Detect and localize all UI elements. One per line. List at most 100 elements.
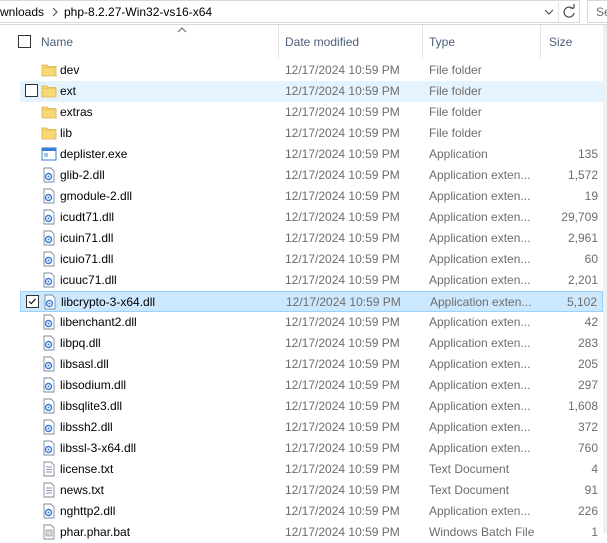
file-name: news.txt [60,483,105,497]
row-checkbox[interactable] [26,295,39,308]
file-type: Application exten... [429,378,531,392]
file-date-modified: 12/17/2024 10:59 PM [285,420,400,434]
file-row[interactable]: libenchant2.dll 12/17/2024 10:59 PM Applic… [20,312,603,333]
file-date-modified: 12/17/2024 10:59 PM [286,295,401,309]
file-name: libcrypto-3-x64.dll [61,295,156,309]
file-name: nghttp2.dll [60,504,116,518]
refresh-icon[interactable] [558,2,579,22]
file-row[interactable]: extras 12/17/2024 10:59 PM File folder [20,102,603,123]
file-name: ext [60,84,77,98]
file-name: extras [60,105,93,119]
column-header-name[interactable]: Name [34,25,278,59]
file-date-modified: 12/17/2024 10:59 PM [285,399,400,413]
file-date-modified: 12/17/2024 10:59 PM [285,63,400,77]
file-date-modified: 12/17/2024 10:59 PM [285,210,400,224]
file-row[interactable]: ext 12/17/2024 10:59 PM File folder [20,81,603,102]
file-row[interactable]: license.txt 12/17/2024 10:59 PM Text Docum… [20,459,603,480]
file-row[interactable]: libssh2.dll 12/17/2024 10:59 PM Applicatio… [20,417,603,438]
file-row[interactable]: icuio71.dll 12/17/2024 10:59 PM Applicatio… [20,249,603,270]
file-type: Application exten... [429,231,531,245]
file-row[interactable]: libsasl.dll 12/17/2024 10:59 PM Applicatio… [20,354,603,375]
folder-icon [41,127,57,140]
address-box[interactable]: wnloads php-8.2.27-Win32-vs16-x64 [0,0,580,23]
chevron-down-icon[interactable] [542,4,556,20]
file-name: dev [60,63,80,77]
file-row[interactable]: glib-2.dll 12/17/2024 10:59 PM Application… [20,165,603,186]
column-header: Name Date modified Type Size [0,25,607,59]
file-row[interactable]: icuuc71.dll 12/17/2024 10:59 PM Applicatio… [20,270,603,291]
column-header-type[interactable]: Type [423,25,540,59]
chevron-right-icon[interactable] [49,3,61,21]
file-size: 2,201 [567,273,598,287]
select-all-checkbox[interactable] [18,35,31,48]
file-size: 42 [584,315,598,329]
file-type: File folder [429,63,482,77]
file-date-modified: 12/17/2024 10:59 PM [285,231,400,245]
file-size: 19 [584,189,598,203]
breadcrumb-current[interactable]: php-8.2.27-Win32-vs16-x64 [64,5,212,19]
file-row[interactable]: gmodule-2.dll 12/17/2024 10:59 PM Applicat… [20,186,603,207]
file-row[interactable]: dev 12/17/2024 10:59 PM File folder [20,60,603,81]
file-date-modified: 12/17/2024 10:59 PM [285,126,400,140]
file-name: deplister.exe [60,147,128,161]
file-type: Application exten... [429,273,531,287]
dll-icon [43,230,55,246]
file-size: 1,608 [567,399,598,413]
file-size: 372 [577,420,598,434]
file-size: 5,102 [566,295,597,309]
file-type: Text Document [429,462,510,476]
file-name: phar.phar.bat [60,525,131,539]
file-date-modified: 12/17/2024 10:59 PM [285,525,400,539]
file-row[interactable]: deplister.exe 12/17/2024 10:59 PM Applicat… [20,144,603,165]
breadcrumb-downloads[interactable]: wnloads [0,5,44,19]
file-type: Application exten... [429,252,531,266]
file-row[interactable]: news.txt 12/17/2024 10:59 PM Text Document… [20,480,603,501]
file-row[interactable]: libpq.dll 12/17/2024 10:59 PM Application … [20,333,603,354]
folder-icon [41,64,57,77]
file-row[interactable]: lib 12/17/2024 10:59 PM File folder [20,123,603,144]
file-date-modified: 12/17/2024 10:59 PM [285,504,400,518]
file-name: libsodium.dll [60,378,127,392]
dll-icon [43,251,55,267]
file-size: 1 [591,525,598,539]
dll-icon [43,419,55,435]
file-size: 760 [577,441,598,455]
file-row[interactable]: libsqlite3.dll 12/17/2024 10:59 PM Applica… [20,396,603,417]
file-size: 226 [577,504,598,518]
file-row[interactable]: libssl-3-x64.dll 12/17/2024 10:59 PM Appli… [20,438,603,459]
file-size: 2,961 [567,231,598,245]
file-name: glib-2.dll [60,168,105,182]
file-name: libssh2.dll [60,420,113,434]
file-name: icuin71.dll [60,231,114,245]
file-type: File folder [429,126,482,140]
file-size: 29,709 [561,210,598,224]
file-row[interactable]: icudt71.dll 12/17/2024 10:59 PM Applicatio… [20,207,603,228]
file-row[interactable]: nghttp2.dll 12/17/2024 10:59 PM Applicatio… [20,501,603,522]
file-type: Windows Batch File [429,525,535,539]
column-name-label: Name [41,35,74,49]
file-date-modified: 12/17/2024 10:59 PM [285,189,400,203]
dll-icon [43,398,55,414]
folder-icon [41,106,57,119]
file-date-modified: 12/17/2024 10:59 PM [285,336,400,350]
file-date-modified: 12/17/2024 10:59 PM [285,315,400,329]
file-row[interactable]: libsodium.dll 12/17/2024 10:59 PM Applicat… [20,375,603,396]
column-date-label: Date modified [285,35,360,49]
exe-icon [41,147,57,161]
file-date-modified: 12/17/2024 10:59 PM [285,441,400,455]
file-size: 91 [584,483,598,497]
file-row[interactable]: libcrypto-3-x64.dll 12/17/2024 10:59 PM Ap… [20,291,603,312]
search-input[interactable]: Se [587,0,607,23]
vertical-scrollbar[interactable] [603,25,607,533]
file-name: gmodule-2.dll [60,189,133,203]
file-type: File folder [429,84,482,98]
file-row[interactable]: icuin71.dll 12/17/2024 10:59 PM Applicatio… [20,228,603,249]
row-checkbox[interactable] [25,84,38,97]
file-name: license.txt [60,462,114,476]
file-type: File folder [429,105,482,119]
file-date-modified: 12/17/2024 10:59 PM [285,252,400,266]
text-file-icon [43,461,55,477]
column-header-date[interactable]: Date modified [279,25,422,59]
file-name: libpq.dll [60,336,101,350]
column-header-size[interactable]: Size [541,25,603,59]
